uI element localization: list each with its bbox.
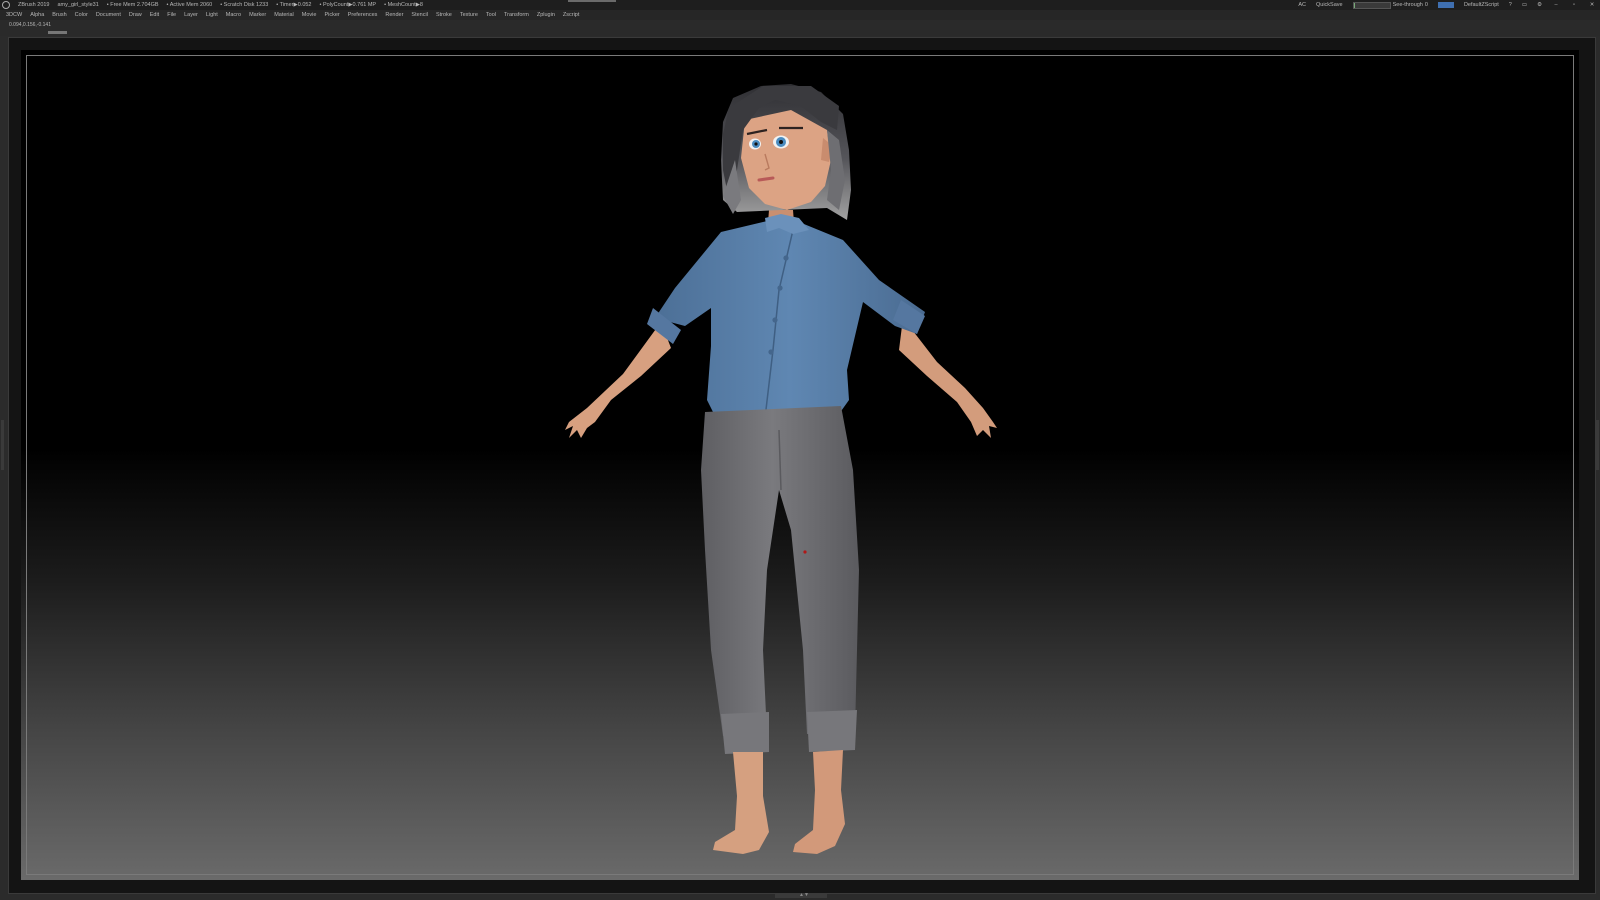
- menu-item-zplugin[interactable]: Zplugin: [537, 10, 555, 20]
- settings-icon[interactable]: ⚙: [1537, 0, 1542, 10]
- layout-icon[interactable]: ▭: [1522, 0, 1527, 10]
- menu-item-preferences[interactable]: Preferences: [348, 10, 378, 20]
- info-bar: 0.094,0.156,-0.141: [0, 20, 1600, 36]
- zbrush-logo-icon: [2, 1, 10, 9]
- menu-item-picker[interactable]: Picker: [324, 10, 339, 20]
- menu-item-stencil[interactable]: Stencil: [411, 10, 428, 20]
- left-leg: [713, 752, 769, 854]
- close-button[interactable]: ✕: [1588, 0, 1596, 10]
- scratch-disk-stat: • Scratch Disk 1233: [220, 2, 269, 8]
- polycount-stat: • PolyCount▶0.761 MP: [319, 2, 377, 8]
- menu-item-alpha[interactable]: Alpha: [30, 10, 44, 20]
- shelf-scroll-handle[interactable]: [48, 31, 67, 34]
- menu-item-stroke[interactable]: Stroke: [436, 10, 452, 20]
- app-name: ZBrush 2019: [18, 2, 50, 8]
- menu-bar: 3DCW Alpha Brush Color Document Draw Edit File L…: [0, 10, 1600, 20]
- menu-item-texture[interactable]: Texture: [460, 10, 478, 20]
- shirt-button: [777, 285, 783, 291]
- menu-item-marker[interactable]: Marker: [249, 10, 266, 20]
- right-pant-cuff: [807, 710, 857, 752]
- character-model[interactable]: [21, 50, 1579, 880]
- see-through-label: See-through: [1392, 2, 1423, 8]
- menu-item-transform[interactable]: Transform: [504, 10, 529, 20]
- title-accent-bar: [568, 0, 616, 2]
- see-through-fill: [1353, 2, 1355, 8]
- cursor-coordinates: 0.094,0.156,-0.141: [9, 22, 51, 28]
- menu-item-macro[interactable]: Macro: [226, 10, 241, 20]
- see-through-value: 0: [1424, 2, 1428, 8]
- meshcount-stat: • MeshCount▶8: [384, 2, 423, 8]
- left-pant-cuff: [721, 712, 769, 754]
- menu-item-movie[interactable]: Movie: [302, 10, 317, 20]
- timer-stat: • Timer▶0.052: [276, 2, 312, 8]
- active-mem-stat: • Active Mem 2060: [166, 2, 213, 8]
- right-leg: [793, 750, 845, 854]
- ac-button[interactable]: AC: [1298, 0, 1306, 10]
- shirt: [655, 218, 925, 422]
- menu-item-render[interactable]: Render: [385, 10, 403, 20]
- shirt-button: [768, 349, 774, 355]
- left-pupil: [754, 142, 758, 146]
- document-name: amy_girl_style31: [57, 2, 99, 8]
- menu-item-material[interactable]: Material: [274, 10, 294, 20]
- menu-item-layer[interactable]: Layer: [184, 10, 198, 20]
- see-through-track[interactable]: [1352, 1, 1391, 9]
- menu-item-edit[interactable]: Edit: [150, 10, 159, 20]
- minimize-button[interactable]: –: [1552, 0, 1560, 10]
- menu-item-3dcw[interactable]: 3DCW: [6, 10, 22, 20]
- right-arm: [899, 318, 997, 438]
- brush-cursor: [803, 550, 807, 554]
- right-pupil: [779, 140, 783, 144]
- see-through-slider[interactable]: See-through 0: [1352, 0, 1428, 10]
- menu-item-brush[interactable]: Brush: [52, 10, 66, 20]
- menu-item-tool[interactable]: Tool: [486, 10, 496, 20]
- help-icon[interactable]: ?: [1509, 0, 1512, 10]
- menu-item-zscript[interactable]: Zscript: [563, 10, 580, 20]
- bottom-tray-handle[interactable]: ▲▼: [775, 892, 827, 898]
- menu-item-draw[interactable]: Draw: [129, 10, 142, 20]
- mouth: [757, 176, 775, 182]
- left-arm: [565, 322, 671, 438]
- menu-item-file[interactable]: File: [167, 10, 176, 20]
- tray-arrow-icon: ▲▼: [799, 892, 809, 898]
- free-mem-stat: • Free Mem 2.704GB: [106, 2, 159, 8]
- menu-item-document[interactable]: Document: [96, 10, 121, 20]
- shirt-button: [783, 255, 789, 261]
- menu-item-light[interactable]: Light: [206, 10, 218, 20]
- quicksave-button[interactable]: QuickSave: [1316, 0, 1343, 10]
- menus-toggle-button[interactable]: [1437, 2, 1454, 8]
- default-zscript-button[interactable]: DefaultZScript: [1464, 0, 1499, 10]
- restore-button[interactable]: ▫: [1570, 0, 1578, 10]
- shirt-button: [772, 317, 778, 323]
- menu-item-color[interactable]: Color: [75, 10, 88, 20]
- right-tray-handle[interactable]: [1596, 420, 1599, 470]
- title-bar: ZBrush 2019 amy_girl_style31 • Free Mem …: [0, 0, 1600, 10]
- left-tray-handle[interactable]: [1, 420, 4, 470]
- viewport-canvas[interactable]: [21, 50, 1579, 880]
